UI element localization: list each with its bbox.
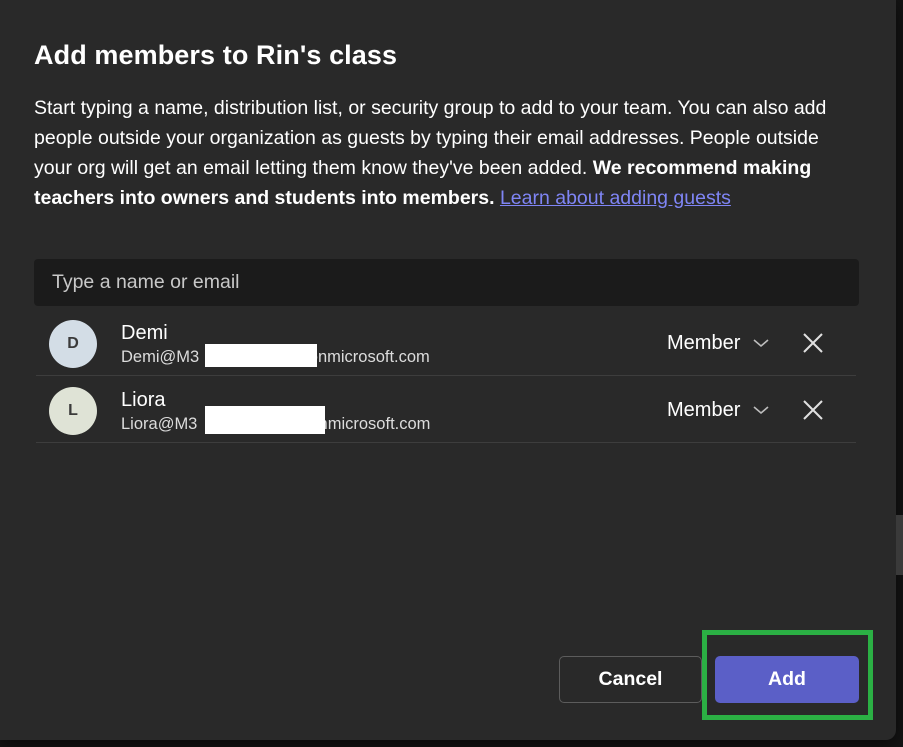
member-email-start: Demi@M3 (121, 348, 200, 366)
search-input[interactable] (34, 259, 859, 306)
member-email-end: .onmicrosoft.com (304, 348, 430, 366)
role-dropdown[interactable]: Member (667, 329, 770, 357)
member-email-start: Liora@M3 (121, 415, 198, 433)
role-label: Member (667, 398, 741, 421)
background-edge (896, 515, 903, 575)
close-icon[interactable] (800, 330, 826, 356)
member-row-liora: L Liora Liora@M3 onmicrosoft.com Member (36, 377, 856, 443)
member-name: Liora (121, 389, 166, 411)
avatar: D (49, 320, 97, 368)
dialog-title: Add members to Rin's class (34, 40, 398, 70)
learn-about-guests-link[interactable]: Learn about adding guests (500, 187, 731, 209)
chevron-down-icon (753, 339, 769, 348)
dialog-description: Start typing a name, distribution list, … (34, 93, 854, 213)
redaction-box (205, 344, 317, 367)
role-dropdown[interactable]: Member (667, 396, 770, 424)
member-name: Demi (121, 322, 168, 344)
chevron-down-icon (753, 406, 769, 415)
role-label: Member (667, 331, 741, 354)
avatar: L (49, 387, 97, 435)
close-icon[interactable] (800, 397, 826, 423)
add-button[interactable]: Add (715, 656, 859, 703)
member-row-demi: D Demi Demi@M3 .onmicrosoft.com Member (36, 310, 856, 376)
member-email-end: onmicrosoft.com (309, 415, 431, 433)
redaction-box (205, 406, 325, 434)
cancel-button[interactable]: Cancel (559, 656, 702, 703)
add-members-dialog: Add members to Rin's class Start typing … (0, 0, 896, 740)
